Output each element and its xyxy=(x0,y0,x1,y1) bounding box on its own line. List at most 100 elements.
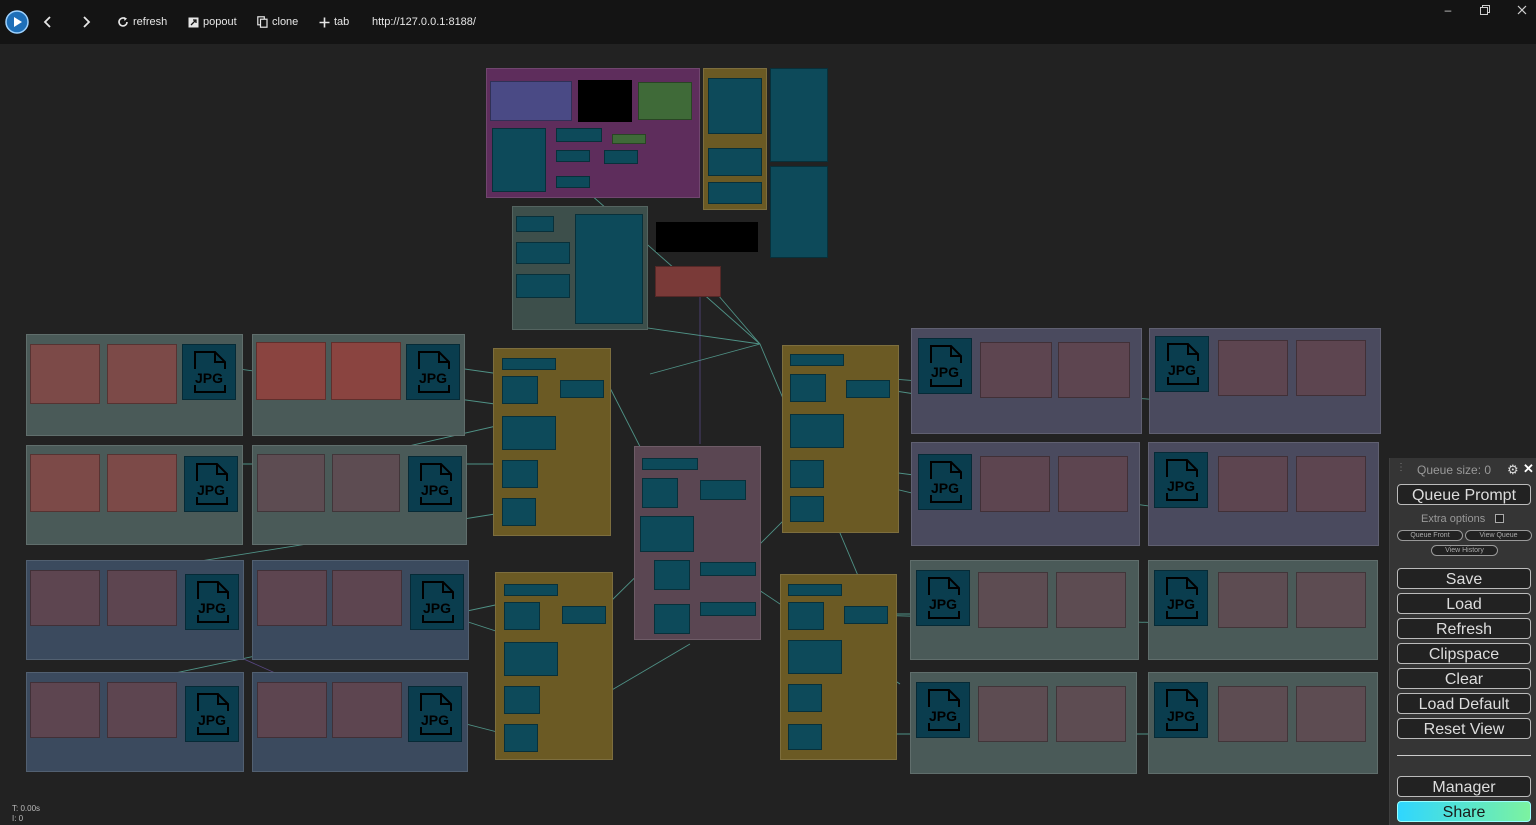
graph-node[interactable] xyxy=(790,354,844,366)
graph-node[interactable] xyxy=(788,640,842,674)
graph-node[interactable] xyxy=(1218,686,1288,742)
reset-view-button[interactable]: Reset View xyxy=(1397,718,1531,739)
drag-handle-icon[interactable]: ⋮ xyxy=(1396,462,1406,473)
graph-node[interactable] xyxy=(516,274,570,298)
graph-node[interactable] xyxy=(980,342,1052,398)
graph-node[interactable] xyxy=(575,214,643,324)
graph-node[interactable] xyxy=(788,684,822,712)
clear-button[interactable]: Clear xyxy=(1397,668,1531,689)
settings-gear-icon[interactable]: ⚙ xyxy=(1507,462,1519,478)
graph-node[interactable] xyxy=(256,342,326,400)
graph-node[interactable] xyxy=(556,176,590,188)
graph-node[interactable] xyxy=(655,266,721,297)
graph-node[interactable] xyxy=(556,150,590,162)
graph-node[interactable] xyxy=(790,414,844,448)
graph-node[interactable] xyxy=(788,602,824,630)
graph-node[interactable] xyxy=(656,222,758,252)
graph-node[interactable] xyxy=(1296,456,1366,512)
app-logo-icon[interactable] xyxy=(5,0,29,44)
graph-node[interactable] xyxy=(1056,572,1126,628)
forward-icon[interactable] xyxy=(80,0,92,44)
graph-node[interactable] xyxy=(642,478,678,508)
close-window-icon[interactable] xyxy=(1512,2,1532,18)
graph-node[interactable] xyxy=(578,80,632,122)
graph-node[interactable] xyxy=(107,682,177,738)
clone-button[interactable]: clone xyxy=(257,0,298,44)
clipspace-button[interactable]: Clipspace xyxy=(1397,643,1531,664)
graph-node[interactable] xyxy=(1058,342,1130,398)
refresh-menu-button[interactable]: Refresh xyxy=(1397,618,1531,639)
view-history-button[interactable]: View History xyxy=(1431,545,1498,556)
graph-node[interactable] xyxy=(30,570,100,626)
graph-node[interactable] xyxy=(562,606,606,624)
graph-node[interactable] xyxy=(107,570,177,626)
url-field[interactable]: http://127.0.0.1:8188/ xyxy=(372,0,476,44)
graph-node[interactable] xyxy=(700,562,756,576)
graph-node[interactable] xyxy=(504,602,540,630)
graph-node[interactable] xyxy=(502,460,538,488)
extra-options-checkbox[interactable] xyxy=(1495,514,1504,523)
graph-node[interactable] xyxy=(640,516,694,552)
graph-node[interactable] xyxy=(492,128,546,192)
graph-node[interactable] xyxy=(502,416,556,450)
graph-node[interactable] xyxy=(788,584,842,596)
view-queue-button[interactable]: View Queue xyxy=(1465,530,1532,541)
manager-button[interactable]: Manager xyxy=(1397,776,1531,797)
back-icon[interactable] xyxy=(42,0,54,44)
graph-node[interactable] xyxy=(978,686,1048,742)
restore-icon[interactable] xyxy=(1475,2,1495,18)
graph-node[interactable] xyxy=(257,570,327,626)
graph-node[interactable] xyxy=(560,380,604,398)
node-graph-canvas[interactable]: JPG JPG JPG JPG JPG JPG JPG JPG JPG JPG … xyxy=(0,44,1536,825)
refresh-button[interactable]: refresh xyxy=(117,0,167,44)
popout-button[interactable]: popout xyxy=(188,0,237,44)
graph-node[interactable] xyxy=(332,682,402,738)
graph-node[interactable] xyxy=(604,150,638,164)
graph-node[interactable] xyxy=(642,458,698,470)
graph-node[interactable] xyxy=(708,148,762,176)
load-default-button[interactable]: Load Default xyxy=(1397,693,1531,714)
load-button[interactable]: Load xyxy=(1397,593,1531,614)
share-button[interactable]: Share xyxy=(1397,801,1531,822)
graph-node[interactable] xyxy=(107,454,177,512)
graph-node[interactable] xyxy=(1218,340,1288,396)
graph-node[interactable] xyxy=(516,242,570,264)
graph-node[interactable] xyxy=(708,182,762,204)
graph-node[interactable] xyxy=(504,584,558,596)
graph-node[interactable] xyxy=(502,498,536,526)
graph-node[interactable] xyxy=(1296,686,1366,742)
graph-node[interactable] xyxy=(504,686,540,714)
graph-node[interactable] xyxy=(490,81,572,121)
graph-node[interactable] xyxy=(654,604,690,634)
graph-node[interactable] xyxy=(257,682,327,738)
graph-node[interactable] xyxy=(1296,572,1366,628)
graph-node[interactable] xyxy=(612,134,646,144)
new-tab-button[interactable]: tab xyxy=(319,0,349,44)
graph-node[interactable] xyxy=(770,166,828,258)
graph-node[interactable] xyxy=(107,344,177,404)
graph-node[interactable] xyxy=(504,642,558,676)
graph-node[interactable] xyxy=(978,572,1048,628)
graph-node[interactable] xyxy=(846,380,890,398)
graph-node[interactable] xyxy=(556,128,602,142)
graph-node[interactable] xyxy=(700,480,746,500)
graph-node[interactable] xyxy=(638,82,692,120)
graph-node[interactable] xyxy=(502,376,538,404)
graph-node[interactable] xyxy=(654,560,690,590)
graph-node[interactable] xyxy=(30,682,100,738)
graph-node[interactable] xyxy=(1296,340,1366,396)
save-button[interactable]: Save xyxy=(1397,568,1531,589)
graph-node[interactable] xyxy=(516,216,554,232)
graph-node[interactable] xyxy=(790,496,824,522)
minimize-icon[interactable]: – xyxy=(1438,2,1458,18)
close-menu-icon[interactable]: ✕ xyxy=(1523,461,1534,477)
graph-node[interactable] xyxy=(1058,456,1128,512)
queue-front-button[interactable]: Queue Front xyxy=(1397,530,1463,541)
graph-node[interactable] xyxy=(331,342,401,400)
graph-node[interactable] xyxy=(502,358,556,370)
graph-node[interactable] xyxy=(980,456,1050,512)
graph-node[interactable] xyxy=(790,460,824,488)
graph-node[interactable] xyxy=(1218,572,1288,628)
graph-node[interactable] xyxy=(332,454,400,512)
graph-node[interactable] xyxy=(844,606,888,624)
